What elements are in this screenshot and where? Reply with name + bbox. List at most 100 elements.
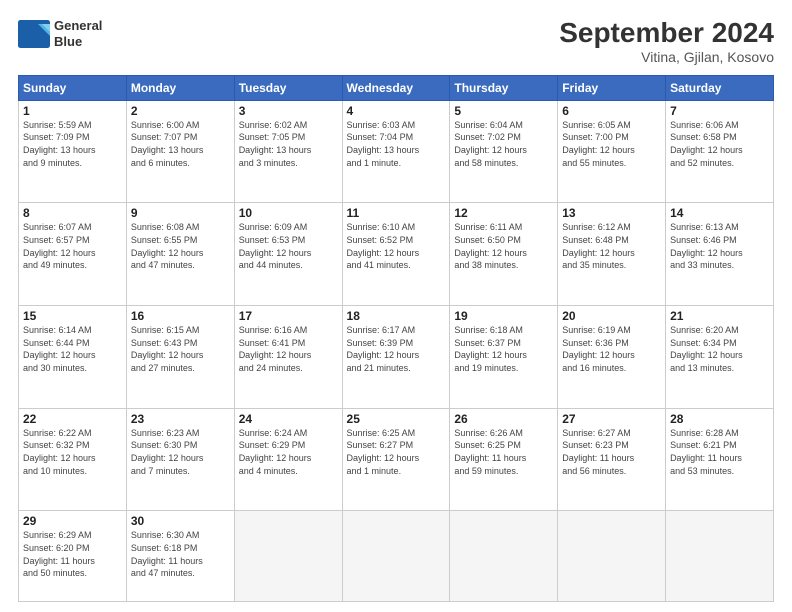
- calendar-cell: 10Sunrise: 6:09 AM Sunset: 6:53 PM Dayli…: [234, 203, 342, 306]
- day-info: Sunrise: 6:05 AM Sunset: 7:00 PM Dayligh…: [562, 119, 661, 169]
- calendar-cell: 11Sunrise: 6:10 AM Sunset: 6:52 PM Dayli…: [342, 203, 450, 306]
- day-header-sunday: Sunday: [19, 75, 127, 100]
- day-info: Sunrise: 6:04 AM Sunset: 7:02 PM Dayligh…: [454, 119, 553, 169]
- day-number: 22: [23, 412, 122, 426]
- day-number: 17: [239, 309, 338, 323]
- day-info: Sunrise: 6:09 AM Sunset: 6:53 PM Dayligh…: [239, 221, 338, 271]
- logo: General Blue: [18, 18, 102, 49]
- calendar-cell: 7Sunrise: 6:06 AM Sunset: 6:58 PM Daylig…: [666, 100, 774, 203]
- day-number: 7: [670, 104, 769, 118]
- calendar-cell: 15Sunrise: 6:14 AM Sunset: 6:44 PM Dayli…: [19, 306, 127, 409]
- day-header-tuesday: Tuesday: [234, 75, 342, 100]
- calendar-cell: 23Sunrise: 6:23 AM Sunset: 6:30 PM Dayli…: [126, 408, 234, 511]
- day-info: Sunrise: 6:12 AM Sunset: 6:48 PM Dayligh…: [562, 221, 661, 271]
- day-number: 25: [347, 412, 446, 426]
- day-info: Sunrise: 6:23 AM Sunset: 6:30 PM Dayligh…: [131, 427, 230, 477]
- logo-line2: Blue: [54, 34, 102, 50]
- page: General Blue September 2024 Vitina, Gjil…: [0, 0, 792, 612]
- day-number: 12: [454, 206, 553, 220]
- day-number: 6: [562, 104, 661, 118]
- day-info: Sunrise: 6:06 AM Sunset: 6:58 PM Dayligh…: [670, 119, 769, 169]
- day-number: 27: [562, 412, 661, 426]
- calendar-cell: 22Sunrise: 6:22 AM Sunset: 6:32 PM Dayli…: [19, 408, 127, 511]
- day-info: Sunrise: 6:10 AM Sunset: 6:52 PM Dayligh…: [347, 221, 446, 271]
- day-number: 30: [131, 514, 230, 528]
- day-info: Sunrise: 6:19 AM Sunset: 6:36 PM Dayligh…: [562, 324, 661, 374]
- day-header-friday: Friday: [558, 75, 666, 100]
- day-header-saturday: Saturday: [666, 75, 774, 100]
- day-number: 21: [670, 309, 769, 323]
- day-info: Sunrise: 6:28 AM Sunset: 6:21 PM Dayligh…: [670, 427, 769, 477]
- day-number: 10: [239, 206, 338, 220]
- day-info: Sunrise: 6:22 AM Sunset: 6:32 PM Dayligh…: [23, 427, 122, 477]
- calendar-cell: 14Sunrise: 6:13 AM Sunset: 6:46 PM Dayli…: [666, 203, 774, 306]
- calendar-body: 1Sunrise: 5:59 AM Sunset: 7:09 PM Daylig…: [19, 100, 774, 601]
- header-row: SundayMondayTuesdayWednesdayThursdayFrid…: [19, 75, 774, 100]
- day-number: 9: [131, 206, 230, 220]
- logo-line1: General: [54, 18, 102, 34]
- calendar-cell: 24Sunrise: 6:24 AM Sunset: 6:29 PM Dayli…: [234, 408, 342, 511]
- day-info: Sunrise: 6:14 AM Sunset: 6:44 PM Dayligh…: [23, 324, 122, 374]
- calendar-cell: 29Sunrise: 6:29 AM Sunset: 6:20 PM Dayli…: [19, 511, 127, 602]
- day-info: Sunrise: 6:29 AM Sunset: 6:20 PM Dayligh…: [23, 529, 122, 579]
- week-row-3: 15Sunrise: 6:14 AM Sunset: 6:44 PM Dayli…: [19, 306, 774, 409]
- calendar-cell: 30Sunrise: 6:30 AM Sunset: 6:18 PM Dayli…: [126, 511, 234, 602]
- day-number: 29: [23, 514, 122, 528]
- day-info: Sunrise: 6:26 AM Sunset: 6:25 PM Dayligh…: [454, 427, 553, 477]
- day-info: Sunrise: 6:07 AM Sunset: 6:57 PM Dayligh…: [23, 221, 122, 271]
- day-number: 23: [131, 412, 230, 426]
- day-number: 19: [454, 309, 553, 323]
- calendar-cell: 17Sunrise: 6:16 AM Sunset: 6:41 PM Dayli…: [234, 306, 342, 409]
- day-header-monday: Monday: [126, 75, 234, 100]
- day-number: 2: [131, 104, 230, 118]
- logo-icon: [18, 20, 50, 48]
- main-title: September 2024: [559, 18, 774, 49]
- calendar-cell: 12Sunrise: 6:11 AM Sunset: 6:50 PM Dayli…: [450, 203, 558, 306]
- calendar-cell: [342, 511, 450, 602]
- day-info: Sunrise: 6:02 AM Sunset: 7:05 PM Dayligh…: [239, 119, 338, 169]
- day-number: 5: [454, 104, 553, 118]
- week-row-4: 22Sunrise: 6:22 AM Sunset: 6:32 PM Dayli…: [19, 408, 774, 511]
- day-info: Sunrise: 6:24 AM Sunset: 6:29 PM Dayligh…: [239, 427, 338, 477]
- day-info: Sunrise: 6:16 AM Sunset: 6:41 PM Dayligh…: [239, 324, 338, 374]
- day-number: 16: [131, 309, 230, 323]
- logo-text: General Blue: [54, 18, 102, 49]
- calendar-cell: 8Sunrise: 6:07 AM Sunset: 6:57 PM Daylig…: [19, 203, 127, 306]
- calendar-cell: 13Sunrise: 6:12 AM Sunset: 6:48 PM Dayli…: [558, 203, 666, 306]
- calendar-cell: 25Sunrise: 6:25 AM Sunset: 6:27 PM Dayli…: [342, 408, 450, 511]
- day-header-wednesday: Wednesday: [342, 75, 450, 100]
- calendar-cell: 21Sunrise: 6:20 AM Sunset: 6:34 PM Dayli…: [666, 306, 774, 409]
- day-header-thursday: Thursday: [450, 75, 558, 100]
- calendar-cell: [558, 511, 666, 602]
- day-info: Sunrise: 6:03 AM Sunset: 7:04 PM Dayligh…: [347, 119, 446, 169]
- day-info: Sunrise: 6:17 AM Sunset: 6:39 PM Dayligh…: [347, 324, 446, 374]
- day-number: 8: [23, 206, 122, 220]
- day-info: Sunrise: 6:20 AM Sunset: 6:34 PM Dayligh…: [670, 324, 769, 374]
- calendar-cell: 16Sunrise: 6:15 AM Sunset: 6:43 PM Dayli…: [126, 306, 234, 409]
- title-block: September 2024 Vitina, Gjilan, Kosovo: [559, 18, 774, 65]
- calendar-cell: 3Sunrise: 6:02 AM Sunset: 7:05 PM Daylig…: [234, 100, 342, 203]
- week-row-2: 8Sunrise: 6:07 AM Sunset: 6:57 PM Daylig…: [19, 203, 774, 306]
- day-number: 18: [347, 309, 446, 323]
- calendar-cell: 28Sunrise: 6:28 AM Sunset: 6:21 PM Dayli…: [666, 408, 774, 511]
- day-info: Sunrise: 5:59 AM Sunset: 7:09 PM Dayligh…: [23, 119, 122, 169]
- day-number: 24: [239, 412, 338, 426]
- day-number: 28: [670, 412, 769, 426]
- calendar-table: SundayMondayTuesdayWednesdayThursdayFrid…: [18, 75, 774, 602]
- day-number: 11: [347, 206, 446, 220]
- calendar-cell: [234, 511, 342, 602]
- day-info: Sunrise: 6:00 AM Sunset: 7:07 PM Dayligh…: [131, 119, 230, 169]
- week-row-5: 29Sunrise: 6:29 AM Sunset: 6:20 PM Dayli…: [19, 511, 774, 602]
- day-info: Sunrise: 6:30 AM Sunset: 6:18 PM Dayligh…: [131, 529, 230, 579]
- calendar-cell: 18Sunrise: 6:17 AM Sunset: 6:39 PM Dayli…: [342, 306, 450, 409]
- calendar-header: SundayMondayTuesdayWednesdayThursdayFrid…: [19, 75, 774, 100]
- day-info: Sunrise: 6:11 AM Sunset: 6:50 PM Dayligh…: [454, 221, 553, 271]
- day-number: 4: [347, 104, 446, 118]
- day-info: Sunrise: 6:18 AM Sunset: 6:37 PM Dayligh…: [454, 324, 553, 374]
- day-info: Sunrise: 6:15 AM Sunset: 6:43 PM Dayligh…: [131, 324, 230, 374]
- header: General Blue September 2024 Vitina, Gjil…: [18, 18, 774, 65]
- day-info: Sunrise: 6:25 AM Sunset: 6:27 PM Dayligh…: [347, 427, 446, 477]
- calendar-cell: 1Sunrise: 5:59 AM Sunset: 7:09 PM Daylig…: [19, 100, 127, 203]
- calendar-cell: 6Sunrise: 6:05 AM Sunset: 7:00 PM Daylig…: [558, 100, 666, 203]
- calendar-cell: 20Sunrise: 6:19 AM Sunset: 6:36 PM Dayli…: [558, 306, 666, 409]
